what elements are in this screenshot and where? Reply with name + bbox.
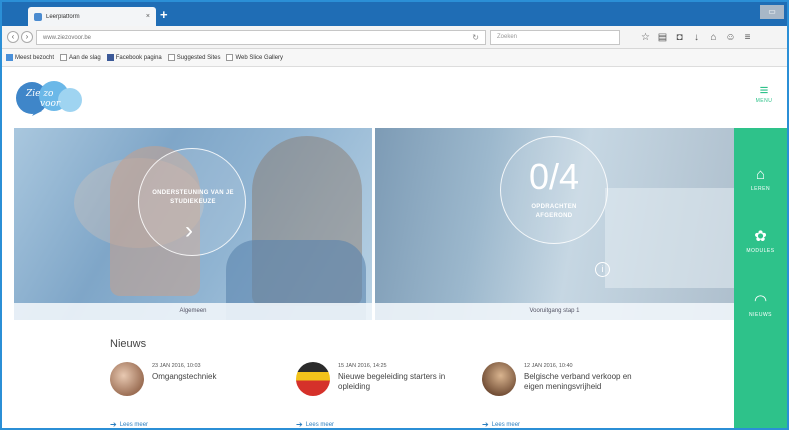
bookmark-label: Suggested Sites [176, 54, 221, 61]
news-item[interactable]: 12 JAN 2016, 10:40 Belgische verband ver… [482, 362, 642, 429]
news-date: 23 JAN 2016, 10:03 [152, 363, 201, 369]
search-placeholder: Zoeken [497, 34, 518, 40]
bookmark-icon [167, 54, 175, 61]
address-bar[interactable]: www.ziezovoor.be ↻ [36, 30, 486, 45]
background-photo-shape [605, 188, 734, 288]
circle-text: ONDERSTEUNING VAN JE STUDIEKEUZE [152, 190, 234, 205]
bookmark-item[interactable]: Meest bezocht [6, 54, 54, 61]
news-title: Nieuws [110, 338, 147, 350]
bookmark-icon [60, 54, 68, 61]
sidebar-item-label: LEREN [750, 186, 771, 192]
svg-text:Zie zo: Zie zo [25, 89, 54, 99]
browser-window: Leerplatform × + ▭ ‹ › www.ziezovoor.be … [0, 0, 789, 430]
bookmarks-bar: Meest bezocht Aan de slag Facebook pagin… [2, 49, 787, 67]
bookmark-item[interactable]: Suggested Sites [167, 54, 221, 61]
news-item[interactable]: 23 JAN 2016, 10:03 Omgangstechniek ➔ Lee… [110, 362, 270, 429]
smiley-icon[interactable]: ☺ [725, 32, 736, 43]
window-control-button[interactable]: ▭ [760, 5, 784, 19]
toolbar-icons: ☆ ▤ ◘ ↓ ⌂ ☺ ≡ [640, 30, 753, 45]
hamburger-icon: ≡ [759, 82, 769, 99]
sidebar-item-label: MODULES [746, 248, 775, 254]
progress-count: 0/4 [528, 156, 580, 197]
home-icon[interactable]: ⌂ [708, 32, 719, 43]
read-more-link[interactable]: ➔ Lees meer [482, 420, 521, 429]
bookmark-item[interactable]: Aan de slag [60, 54, 101, 61]
bookmark-icon [226, 54, 234, 61]
download-icon[interactable]: ↓ [691, 32, 702, 43]
tab-bar: Leerplatform × + ▭ [2, 2, 787, 26]
news-date: 15 JAN 2016, 14:25 [338, 363, 387, 369]
news-thumbnail [482, 362, 516, 396]
bookmark-label: Web Slice Gallery [235, 54, 284, 61]
hero-section: ONDERSTEUNING VAN JE STUDIEKEUZE › Algem… [14, 128, 734, 320]
bookmark-label: Facebook pagina [115, 54, 162, 61]
navigation-toolbar: ‹ › www.ziezovoor.be ↻ Zoeken ☆ ▤ ◘ ↓ ⌂ … [2, 26, 787, 49]
sidebar-item-label: NIEUWS [749, 312, 772, 318]
side-navigation: ⌂ LEREN ✿ MODULES ◠ NIEUWS [734, 128, 787, 428]
bookmark-item[interactable]: Facebook pagina [106, 54, 162, 61]
read-more-label: Lees meer [305, 421, 335, 428]
rss-icon: ◠ [753, 292, 768, 309]
new-tab-button[interactable]: + [160, 8, 168, 21]
news-headline: Belgische verband verkoop en eigen menin… [524, 372, 632, 391]
home-icon: ⌂ [755, 166, 766, 183]
news-item[interactable]: 15 JAN 2016, 14:25 Nieuwe begeleiding st… [296, 362, 456, 429]
news-headline: Omgangstechniek [152, 372, 217, 381]
back-button[interactable]: ‹ [7, 31, 19, 43]
pocket-icon[interactable]: ◘ [674, 32, 685, 43]
bookmark-label: Aan de slag [69, 54, 101, 61]
sidebar-item-leren[interactable]: ⌂ LEREN [734, 166, 787, 192]
sidebar-item-modules[interactable]: ✿ MODULES [734, 228, 787, 254]
arrow-right-icon: ➔ [482, 420, 489, 429]
star-icon[interactable]: ☆ [640, 32, 651, 43]
info-icon[interactable]: i [595, 262, 610, 277]
facebook-icon [106, 54, 114, 61]
read-more-link[interactable]: ➔ Lees meer [296, 420, 335, 429]
hero-panel-right[interactable]: 0/4 OPDRACHTEN AFGEROND i [375, 128, 734, 320]
forward-button[interactable]: › [21, 31, 33, 43]
sidebar-item-nieuws[interactable]: ◠ NIEUWS [734, 292, 787, 318]
arrow-right-icon: ➔ [110, 420, 117, 429]
hero-caption-right: Vooruitgang stap 1 [375, 303, 734, 320]
chevron-right-icon: › [185, 217, 193, 244]
bookmarks-icon[interactable]: ▤ [657, 32, 668, 43]
bookmark-item[interactable]: Web Slice Gallery [226, 54, 283, 61]
search-input[interactable]: Zoeken [490, 30, 620, 45]
site-header: Zie zo voor ≡ MENU [2, 67, 787, 127]
menu-label: MENU [755, 98, 773, 104]
bookmark-label: Meest bezocht [15, 54, 55, 61]
hamburger-icon[interactable]: ≡ [742, 32, 753, 43]
read-more-label: Lees meer [491, 421, 521, 428]
study-choice-circle[interactable]: ONDERSTEUNING VAN JE STUDIEKEUZE › [138, 148, 246, 256]
tab-title: Leerplatform [46, 13, 80, 20]
bookmark-icon [6, 54, 13, 61]
site-logo[interactable]: Zie zo voor [14, 80, 84, 116]
tab-close-icon[interactable]: × [146, 13, 150, 20]
reload-icon[interactable]: ↻ [472, 33, 479, 42]
arrow-right-icon: ➔ [296, 420, 303, 429]
circle-text: OPDRACHTEN AFGEROND [531, 204, 577, 219]
favicon-icon [34, 12, 42, 21]
address-text: www.ziezovoor.be [43, 34, 92, 41]
modules-icon: ✿ [754, 228, 767, 245]
news-thumbnail [110, 362, 144, 396]
svg-text:voor: voor [40, 99, 61, 109]
browser-tab[interactable]: Leerplatform × [28, 7, 156, 26]
read-more-label: Lees meer [119, 421, 149, 428]
read-more-link[interactable]: ➔ Lees meer [110, 420, 149, 429]
news-thumbnail [296, 362, 330, 396]
news-headline: Nieuwe begeleiding starters in opleiding [338, 372, 446, 391]
progress-circle[interactable]: 0/4 OPDRACHTEN AFGEROND [500, 136, 608, 244]
news-date: 12 JAN 2016, 10:40 [524, 363, 573, 369]
hero-caption-left: Algemeen [14, 303, 372, 320]
news-section: Nieuws 23 JAN 2016, 10:03 Omgangstechnie… [110, 338, 632, 429]
hero-panel-left[interactable]: ONDERSTEUNING VAN JE STUDIEKEUZE › [14, 128, 372, 320]
menu-button[interactable]: ≡ MENU [754, 83, 774, 113]
